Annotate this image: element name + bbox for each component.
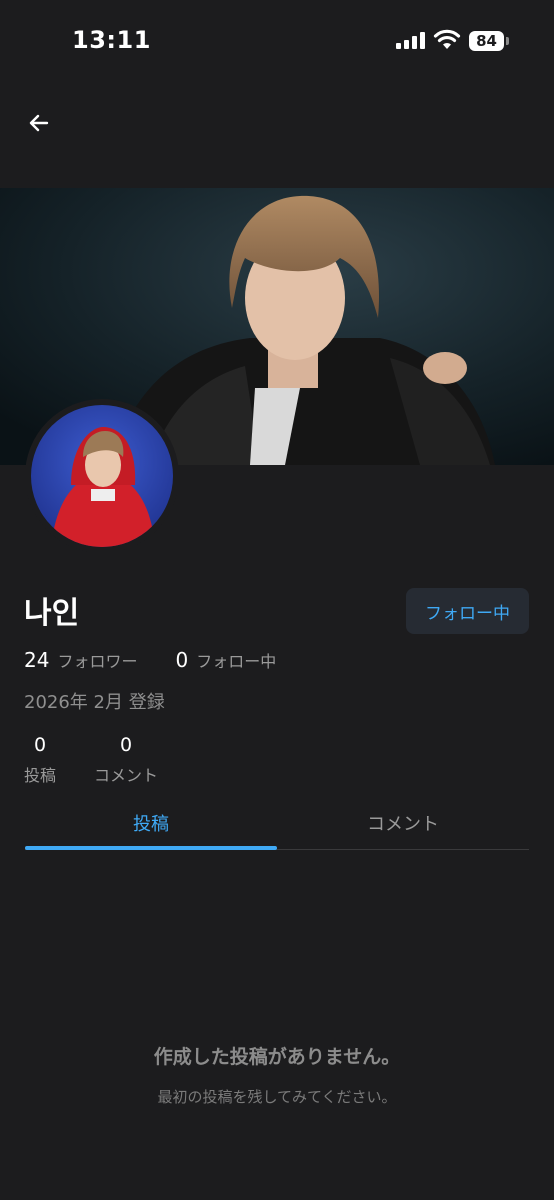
tab-comments[interactable]: コメント — [277, 798, 529, 848]
profile-screen: 13:11 84 나인 フォロー中 24 フォロワー 0 フォロー中 2026年… — [0, 0, 554, 1200]
comments-count-label: コメント — [94, 766, 159, 785]
battery-icon: 84 — [469, 31, 509, 51]
followers-count[interactable]: 24 — [24, 648, 49, 672]
tab-comments-label: コメント — [367, 814, 439, 835]
battery-level: 84 — [476, 32, 497, 50]
wifi-icon — [433, 29, 461, 49]
signal-icon — [396, 31, 426, 49]
followers-label[interactable]: フォロワー — [57, 648, 137, 672]
status-bar: 13:11 84 — [0, 0, 554, 80]
back-button[interactable] — [20, 104, 58, 142]
empty-state-title: 作成した投稿がありません。 — [153, 1046, 401, 1068]
tab-posts-label: 投稿 — [133, 814, 169, 835]
posts-count: 0 — [33, 734, 47, 756]
following-count[interactable]: 0 — [175, 648, 188, 672]
following-label[interactable]: フォロー中 — [196, 648, 276, 672]
empty-state-subtitle: 最初の投稿を残してみてください。 — [157, 1088, 397, 1106]
content-tabs: 投稿 コメント — [25, 798, 529, 850]
active-tab-indicator — [25, 846, 277, 850]
status-time: 13:11 — [72, 26, 151, 54]
follow-stats: 24 フォロワー 0 フォロー中 — [24, 648, 276, 678]
posts-count-label: 投稿 — [24, 766, 57, 785]
following-button[interactable]: フォロー中 — [406, 588, 529, 634]
joined-date: 2026年 2月 登録 — [24, 692, 165, 713]
comments-count-block: 0 コメント — [94, 734, 158, 786]
arrow-left-icon — [29, 114, 49, 132]
comments-count: 0 — [119, 734, 133, 756]
tab-posts[interactable]: 投稿 — [25, 798, 277, 850]
profile-name: 나인 — [24, 596, 80, 631]
profile-avatar — [25, 399, 179, 553]
posts-count-block: 0 投稿 — [24, 734, 56, 786]
activity-counts: 0 投稿 0 コメント — [24, 734, 158, 786]
